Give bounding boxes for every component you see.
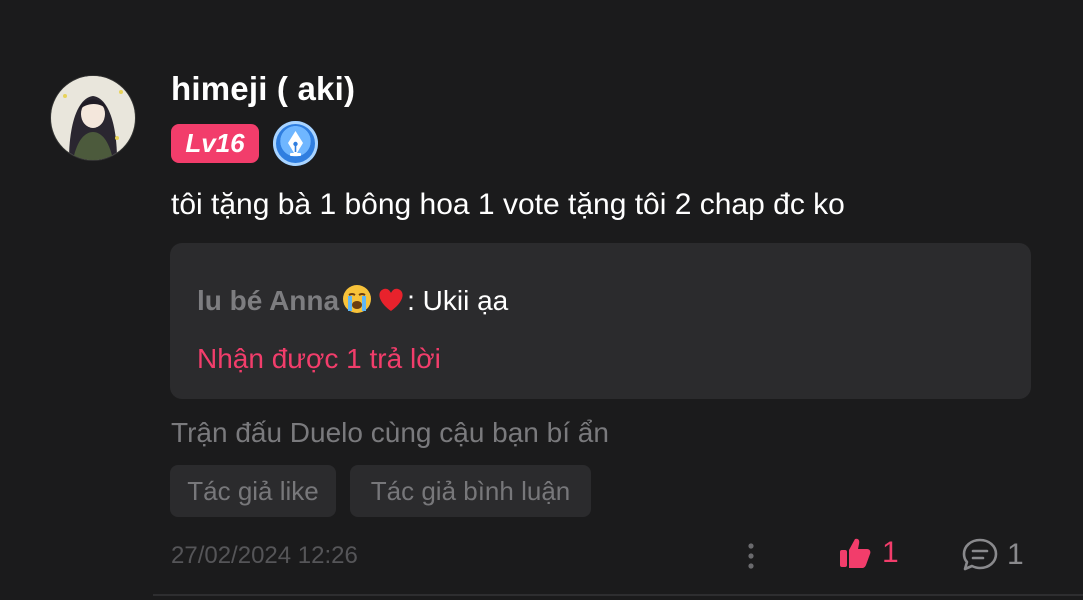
like-count: 1 xyxy=(882,536,899,569)
like-button[interactable]: 1 xyxy=(838,536,899,570)
reply-author[interactable]: lu bé Anna xyxy=(197,285,339,316)
author-comment-tag: Tác giả bình luận xyxy=(350,465,591,517)
user-avatar[interactable] xyxy=(50,75,136,161)
reply-button[interactable]: 1 xyxy=(961,536,1024,574)
username[interactable]: himeji ( aki) xyxy=(171,70,355,108)
reply-preview-card[interactable]: lu bé Anna: Ukii ạa Nhận được 1 trả lời xyxy=(170,243,1031,399)
comment-timestamp: 27/02/2024 12:26 xyxy=(171,542,358,569)
event-text: Trận đấu Duelo cùng cậu bạn bí ẩn xyxy=(171,417,609,448)
divider xyxy=(153,594,1083,596)
comment-text: tôi tặng bà 1 bông hoa 1 vote tặng tôi 2… xyxy=(171,188,845,221)
thumbs-up-icon xyxy=(840,538,871,568)
red-heart-icon xyxy=(375,283,407,315)
reply-separator: : xyxy=(407,285,415,316)
author-like-tag: Tác giả like xyxy=(170,465,336,517)
pen-nib-badge-icon xyxy=(273,121,318,166)
reply-body: Ukii ạa xyxy=(414,285,509,316)
loudly-crying-face-icon xyxy=(341,283,373,315)
more-options-icon[interactable] xyxy=(742,540,760,572)
reply-count-link[interactable]: Nhận được 1 trả lời xyxy=(197,343,441,375)
speech-bubble-icon xyxy=(962,538,998,571)
comment-count: 1 xyxy=(1007,538,1024,571)
avatar-image xyxy=(51,76,135,160)
level-badge: Lv16 xyxy=(171,124,259,163)
reply-preview-line: lu bé Anna: Ukii ạa xyxy=(197,283,508,317)
